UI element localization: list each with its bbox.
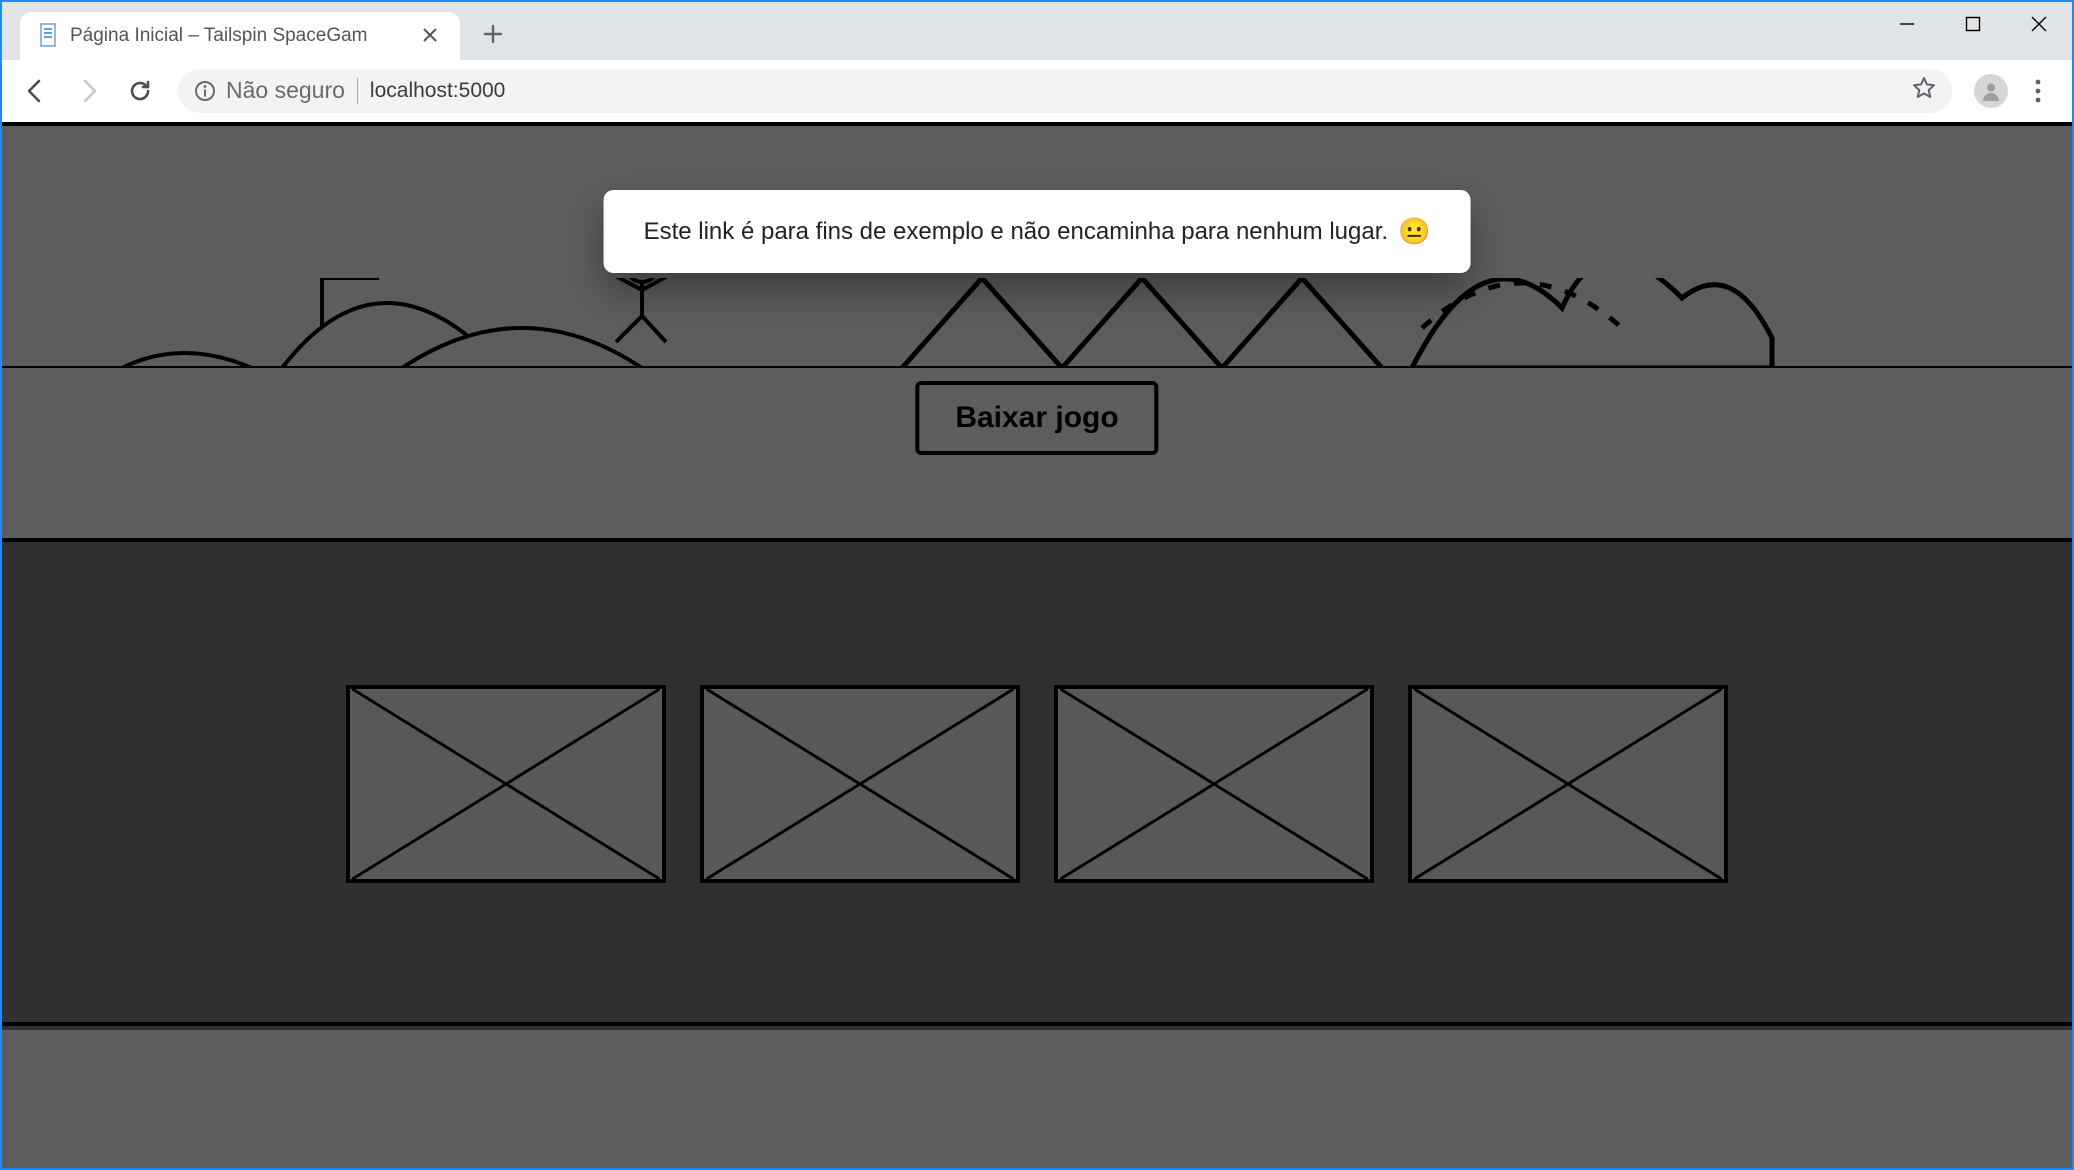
profile-avatar[interactable] bbox=[1974, 74, 2008, 108]
security-label: Não seguro bbox=[226, 77, 345, 104]
window-close-button[interactable] bbox=[2006, 2, 2072, 46]
forward-button[interactable] bbox=[66, 69, 110, 113]
info-popup: Este link é para fins de exemplo e não e… bbox=[604, 190, 1471, 273]
toolbar: Não seguro localhost:5000 bbox=[2, 60, 2072, 122]
window-controls bbox=[1874, 2, 2072, 60]
tab-active[interactable]: Página Inicial – Tailspin SpaceGam bbox=[20, 12, 460, 60]
user-icon bbox=[1980, 80, 2002, 102]
tab-favicon-icon bbox=[38, 23, 60, 49]
security-indicator[interactable]: Não seguro bbox=[194, 77, 345, 104]
tab-title: Página Inicial – Tailspin SpaceGam bbox=[70, 25, 408, 47]
window-minimize-button[interactable] bbox=[1874, 2, 1940, 46]
info-icon bbox=[194, 80, 216, 102]
page-viewport: Baixar jogo Este link é para fins de exe… bbox=[2, 122, 2072, 1168]
reload-button[interactable] bbox=[118, 69, 162, 113]
new-tab-icon[interactable] bbox=[482, 23, 504, 50]
neutral-face-emoji-icon: 😐 bbox=[1398, 216, 1430, 247]
info-popup-text: Este link é para fins de exemplo e não e… bbox=[644, 216, 1431, 247]
modal-overlay[interactable] bbox=[2, 122, 2072, 1168]
info-popup-message: Este link é para fins de exemplo e não e… bbox=[644, 218, 1388, 246]
omnibox[interactable]: Não seguro localhost:5000 bbox=[178, 69, 1952, 113]
browser-window: Página Inicial – Tailspin SpaceGam bbox=[0, 0, 2074, 1170]
omnibox-divider bbox=[357, 78, 358, 104]
back-button[interactable] bbox=[14, 69, 58, 113]
kebab-icon bbox=[2035, 79, 2041, 103]
window-maximize-button[interactable] bbox=[1940, 2, 2006, 46]
browser-menu-button[interactable] bbox=[2016, 69, 2060, 113]
bookmark-star-icon[interactable] bbox=[1912, 76, 1936, 105]
close-tab-icon[interactable] bbox=[418, 23, 442, 49]
tabstrip: Página Inicial – Tailspin SpaceGam bbox=[2, 2, 2072, 60]
omnibox-url[interactable]: localhost:5000 bbox=[370, 79, 1900, 103]
